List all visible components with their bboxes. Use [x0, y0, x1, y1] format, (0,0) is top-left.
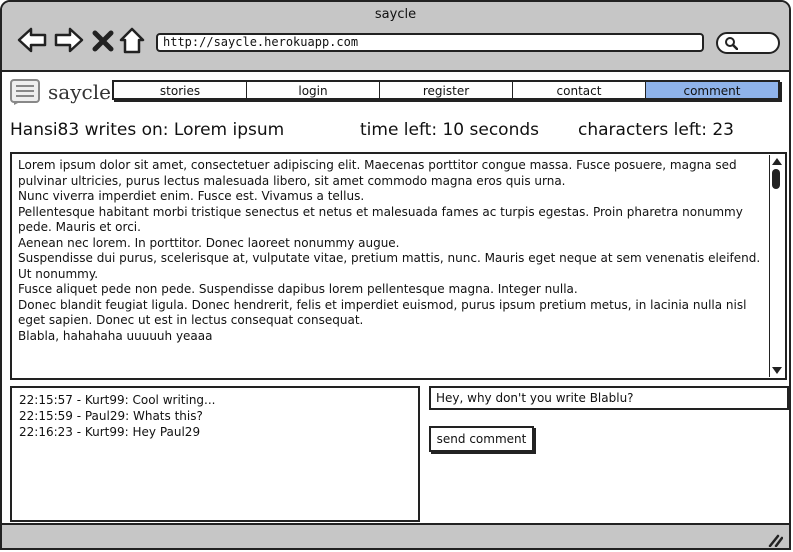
close-icon[interactable] — [90, 24, 116, 56]
author-line: Hansi83 writes on: Lorem ipsum — [10, 120, 285, 140]
search-icon — [725, 37, 738, 50]
tab-stories[interactable]: stories — [114, 82, 247, 98]
brand-logo[interactable]: saycle — [10, 79, 111, 107]
scroll-up-icon[interactable] — [771, 157, 783, 167]
back-arrow-icon[interactable] — [16, 24, 48, 56]
resize-grip-icon[interactable] — [767, 533, 783, 547]
window-title: saycle — [374, 7, 417, 22]
story-line: Aenean nec lorem. In porttitor. Donec la… — [18, 235, 400, 250]
status-bar — [2, 523, 789, 548]
tab-comment[interactable]: comment — [646, 82, 778, 98]
forward-arrow-icon[interactable] — [53, 24, 85, 56]
story-text: Lorem ipsum dolor sit amet, consectetuer… — [18, 158, 763, 344]
tab-contact[interactable]: contact — [513, 82, 646, 98]
home-icon[interactable] — [118, 24, 146, 56]
story-line: Pellentesque habitant morbi tristique se… — [18, 204, 743, 235]
story-line: Nunc viverra imperdiet enim. Fusce est. … — [18, 189, 365, 203]
story-line: Fusce aliquet pede non pede. Suspendisse… — [18, 282, 578, 296]
chat-log[interactable]: 22:15:57 - Kurt99: Cool writing... 22:15… — [10, 386, 420, 522]
chat-message: 22:15:57 - Kurt99: Cool writing... — [19, 393, 216, 407]
scroll-thumb[interactable] — [772, 169, 780, 189]
characters-left: characters left: 23 — [578, 120, 734, 140]
tab-login[interactable]: login — [247, 82, 380, 98]
send-comment-button[interactable]: send comment — [429, 426, 534, 452]
browser-window: saycle http://saycle.herokuapp.com saycl… — [0, 0, 791, 550]
story-line: Blabla, hahahaha uuuuuh yeaaa — [18, 328, 213, 343]
main-nav: stories login register contact comment — [112, 80, 780, 100]
story-line: Suspendisse dui purus, scelerisque at, v… — [18, 251, 761, 281]
time-left: time left: 10 seconds — [360, 120, 539, 140]
url-bar[interactable]: http://saycle.herokuapp.com — [156, 33, 704, 52]
browser-toolbar: saycle http://saycle.herokuapp.com — [2, 2, 789, 72]
chat-message: 22:15:59 - Paul29: Whats this? — [19, 409, 203, 423]
comment-input[interactable]: Hey, why don't you write Blablu? — [429, 386, 789, 410]
browser-search-box[interactable] — [716, 32, 780, 54]
story-text-area[interactable]: Lorem ipsum dolor sit amet, consectetuer… — [10, 152, 787, 380]
story-line: Lorem ipsum dolor sit amet, consectetuer… — [18, 158, 737, 188]
vertical-scrollbar[interactable] — [769, 155, 784, 377]
tab-register[interactable]: register — [380, 82, 513, 98]
brand-name: saycle — [48, 80, 111, 104]
chat-message: 22:16:23 - Kurt99: Hey Paul29 — [19, 425, 201, 439]
story-status: Hansi83 writes on: Lorem ipsum time left… — [10, 120, 780, 142]
scroll-down-icon[interactable] — [771, 365, 783, 375]
document-lines-icon — [10, 79, 40, 105]
story-line: Donec blandit feugiat ligula. Donec hend… — [18, 297, 747, 328]
